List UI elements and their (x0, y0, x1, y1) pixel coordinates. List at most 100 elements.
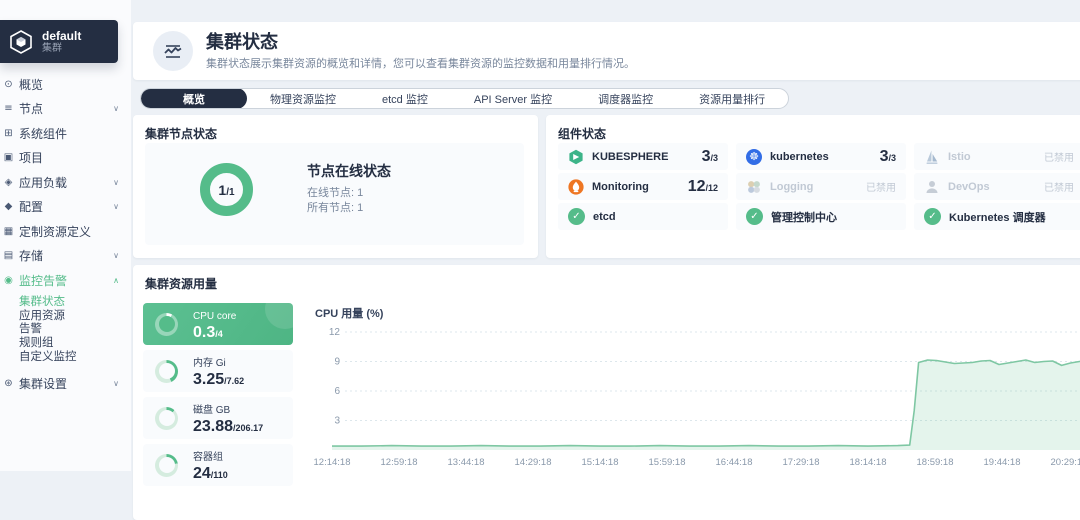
chevron-down-icon (113, 202, 119, 211)
memory-card-value: 3.25 (193, 371, 224, 388)
sidebar-item-nodes[interactable]: 节点 (0, 97, 131, 122)
svg-text:17:29:18: 17:29:18 (783, 457, 820, 468)
disk-usage-ring-icon (155, 407, 178, 430)
sidebar-item-projects[interactable]: 项目 (0, 146, 131, 171)
storage-icon (2, 250, 15, 261)
component-logging[interactable]: Logging 已禁用 (736, 173, 906, 200)
page-title: 集群状态 (206, 31, 635, 53)
istio-icon (924, 149, 940, 165)
resource-card-pods[interactable]: 容器组 24/110 (143, 444, 293, 486)
tab-etcd-monitoring[interactable]: etcd 监控 (359, 88, 451, 109)
donut-total: /1 (226, 187, 234, 198)
total-nodes-count: 所有节点: 1 (307, 201, 391, 216)
disk-card-value: 23.88 (193, 418, 233, 435)
resource-card-disk[interactable]: 磁盘 GB 23.88/206.17 (143, 397, 293, 439)
sidebar-item-storage[interactable]: 存储 (0, 244, 131, 269)
check-icon: ✓ (924, 208, 941, 225)
svg-text:19:44:18: 19:44:18 (984, 457, 1021, 468)
svg-text:6: 6 (334, 386, 340, 397)
cpu-usage-chart: CPU 用量 (%) 3691212:14:1812:59:1813:44:18… (303, 301, 1080, 479)
app-workloads-icon (2, 177, 15, 188)
kubernetes-icon: ☸ (746, 149, 762, 165)
svg-text:18:14:18: 18:14:18 (850, 457, 887, 468)
node-status-panel-title: 集群节点状态 (145, 125, 217, 142)
tab-overview[interactable]: 概览 (141, 88, 247, 109)
monitoring-alerting-icon (2, 275, 15, 286)
resource-cards: CPU core 0.3/4 内存 Gi 3.25/7.62 磁盘 GB 23.… (143, 303, 293, 486)
svg-text:12:14:18: 12:14:18 (314, 457, 351, 468)
cluster-name: default (42, 29, 81, 43)
chevron-down-icon (113, 178, 119, 187)
svg-text:12:59:18: 12:59:18 (381, 457, 418, 468)
cluster-settings-icon (2, 378, 15, 389)
cluster-type: 集群 (42, 43, 81, 55)
component-monitoring[interactable]: Monitoring 12/12 (558, 173, 728, 200)
cluster-selector[interactable]: default 集群 (0, 20, 118, 63)
crd-icon (2, 226, 15, 237)
resource-card-memory[interactable]: 内存 Gi 3.25/7.62 (143, 350, 293, 392)
disk-card-total: /206.17 (233, 423, 263, 433)
node-online-donut: 1/1 (200, 163, 253, 216)
svg-text:16:44:18: 16:44:18 (716, 457, 753, 468)
tab-physical-resource-monitoring[interactable]: 物理资源监控 (247, 88, 359, 109)
component-devops[interactable]: DevOps 已禁用 (914, 173, 1080, 200)
chevron-down-icon (113, 251, 119, 260)
svg-text:9: 9 (334, 357, 340, 368)
cpu-card-label: CPU core (193, 311, 236, 322)
memory-usage-ring-icon (155, 360, 178, 383)
component-istio[interactable]: Istio 已禁用 (914, 143, 1080, 170)
svg-text:12: 12 (329, 327, 341, 338)
sidebar-item-crd[interactable]: 定制资源定义 (0, 219, 131, 244)
svg-text:18:59:18: 18:59:18 (917, 457, 954, 468)
component-control-center[interactable]: ✓ 管理控制中心 (736, 203, 906, 230)
chevron-up-icon (113, 276, 119, 285)
svg-text:20:29:18: 20:29:18 (1051, 457, 1080, 468)
monitoring-submenu: 集群状态 应用资源 告警 规则组 自定义监控 (0, 293, 131, 367)
sidebar: default 集群 概览 节点 系统组件 项目 应用负载 配置 (0, 0, 131, 471)
page-header: 集群状态 集群状态展示集群资源的概览和详情，您可以查看集群资源的监控数据和用量排… (133, 22, 1080, 80)
cluster-hexagon-icon (8, 29, 34, 55)
check-icon: ✓ (568, 208, 585, 225)
resource-card-cpu[interactable]: CPU core 0.3/4 (143, 303, 293, 345)
sidebar-item-system-components[interactable]: 系统组件 (0, 121, 131, 146)
component-status-panel-title: 组件状态 (558, 125, 606, 142)
cluster-node-status-panel: 集群节点状态 1/1 节点在线状态 在线节点: 1 所有节点: 1 (133, 115, 538, 258)
sidebar-item-app-workloads[interactable]: 应用负载 (0, 170, 131, 195)
component-etcd[interactable]: ✓ etcd (558, 203, 728, 230)
sidebar-item-configuration[interactable]: 配置 (0, 195, 131, 220)
node-online-card: 1/1 节点在线状态 在线节点: 1 所有节点: 1 (145, 143, 524, 245)
svg-text:3: 3 (334, 416, 340, 427)
memory-card-label: 内存 Gi (193, 358, 226, 369)
pods-card-total: /110 (211, 470, 228, 480)
cpu-card-total: /4 (215, 329, 223, 339)
pulse-chart-icon (153, 31, 193, 71)
pods-card-value: 24 (193, 465, 211, 482)
projects-icon (2, 152, 15, 163)
sidebar-item-cluster-settings[interactable]: 集群设置 (0, 371, 131, 396)
cpu-usage-ring-icon (155, 313, 178, 336)
logging-icon (746, 179, 762, 195)
tab-api-server-monitoring[interactable]: API Server 监控 (451, 88, 575, 109)
component-kubernetes[interactable]: ☸ kubernetes 3/3 (736, 143, 906, 170)
resource-usage-panel-title: 集群资源用量 (145, 275, 217, 292)
sidebar-item-overview[interactable]: 概览 (0, 72, 131, 97)
tab-resource-usage-ranking[interactable]: 资源用量排行 (676, 88, 788, 109)
component-grid: KUBESPHERE 3/3 ☸ kubernetes 3/3 Istio 已禁… (558, 143, 1080, 230)
online-nodes-count: 在线节点: 1 (307, 186, 391, 201)
tab-scheduler-monitoring[interactable]: 调度器监控 (575, 88, 676, 109)
sidebar-item-monitoring-alerting[interactable]: 监控告警 (0, 268, 131, 293)
cpu-usage-area-chart: 3691212:14:1812:59:1813:44:1814:29:1815:… (303, 301, 1080, 479)
sidebar-subitem-custom-monitoring[interactable]: 自定义监控 (0, 349, 131, 363)
pods-card-label: 容器组 (193, 452, 223, 463)
chevron-down-icon (113, 379, 119, 388)
sidebar-nav: 概览 节点 系统组件 项目 应用负载 配置 定制资源定义 (0, 72, 131, 396)
system-components-icon (2, 128, 15, 139)
overview-icon (2, 79, 15, 90)
component-kubernetes-scheduler[interactable]: ✓ Kubernetes 调度器 (914, 203, 1080, 230)
disk-card-label: 磁盘 GB (193, 405, 230, 416)
monitor-tabbar: 概览 物理资源监控 etcd 监控 API Server 监控 调度器监控 资源… (140, 88, 789, 109)
node-online-heading: 节点在线状态 (307, 161, 391, 181)
page-description: 集群状态展示集群资源的概览和详情，您可以查看集群资源的监控数据和用量排行情况。 (206, 55, 635, 71)
component-kubesphere[interactable]: KUBESPHERE 3/3 (558, 143, 728, 170)
svg-text:14:29:18: 14:29:18 (515, 457, 552, 468)
